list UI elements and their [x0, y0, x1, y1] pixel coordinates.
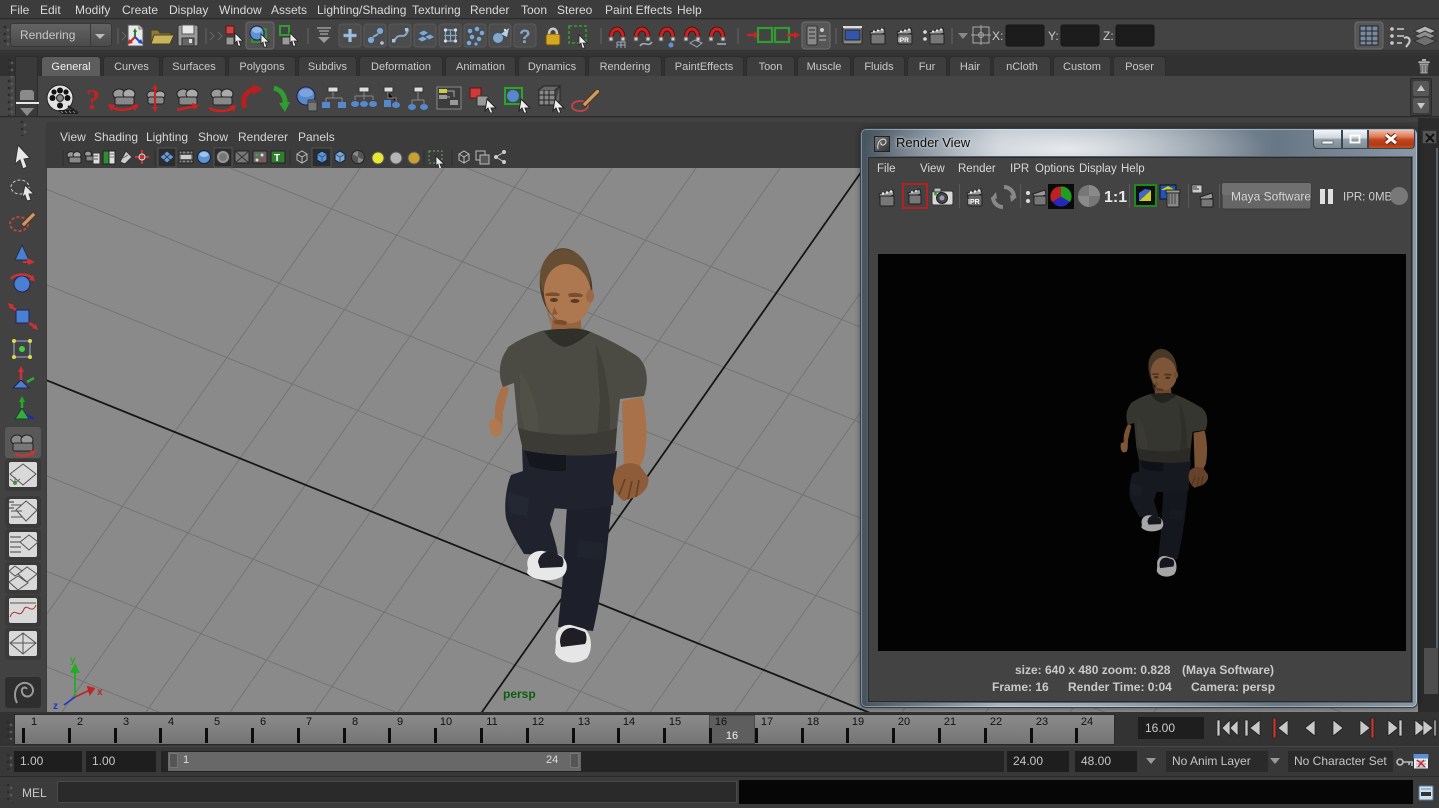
svg-text:Z:: Z:	[1103, 29, 1114, 43]
svg-text:z: z	[53, 701, 58, 712]
svg-text:y: y	[70, 655, 76, 666]
svg-text:Y:: Y:	[1048, 29, 1059, 43]
svg-text:1:1: 1:1	[1104, 189, 1127, 206]
svg-text:IPR: 0MB: IPR: 0MB	[1343, 192, 1393, 204]
svg-text:?: ?	[519, 27, 531, 48]
svg-text:Maya Software: Maya Software	[1231, 190, 1311, 204]
svg-text:X:: X:	[992, 29, 1003, 43]
svg-text:IPR: IPR	[898, 37, 909, 44]
svg-text:?: ?	[86, 85, 100, 113]
svg-text:x: x	[97, 687, 103, 698]
svg-text:IPR: IPR	[968, 199, 980, 206]
svg-text:T: T	[274, 153, 280, 164]
